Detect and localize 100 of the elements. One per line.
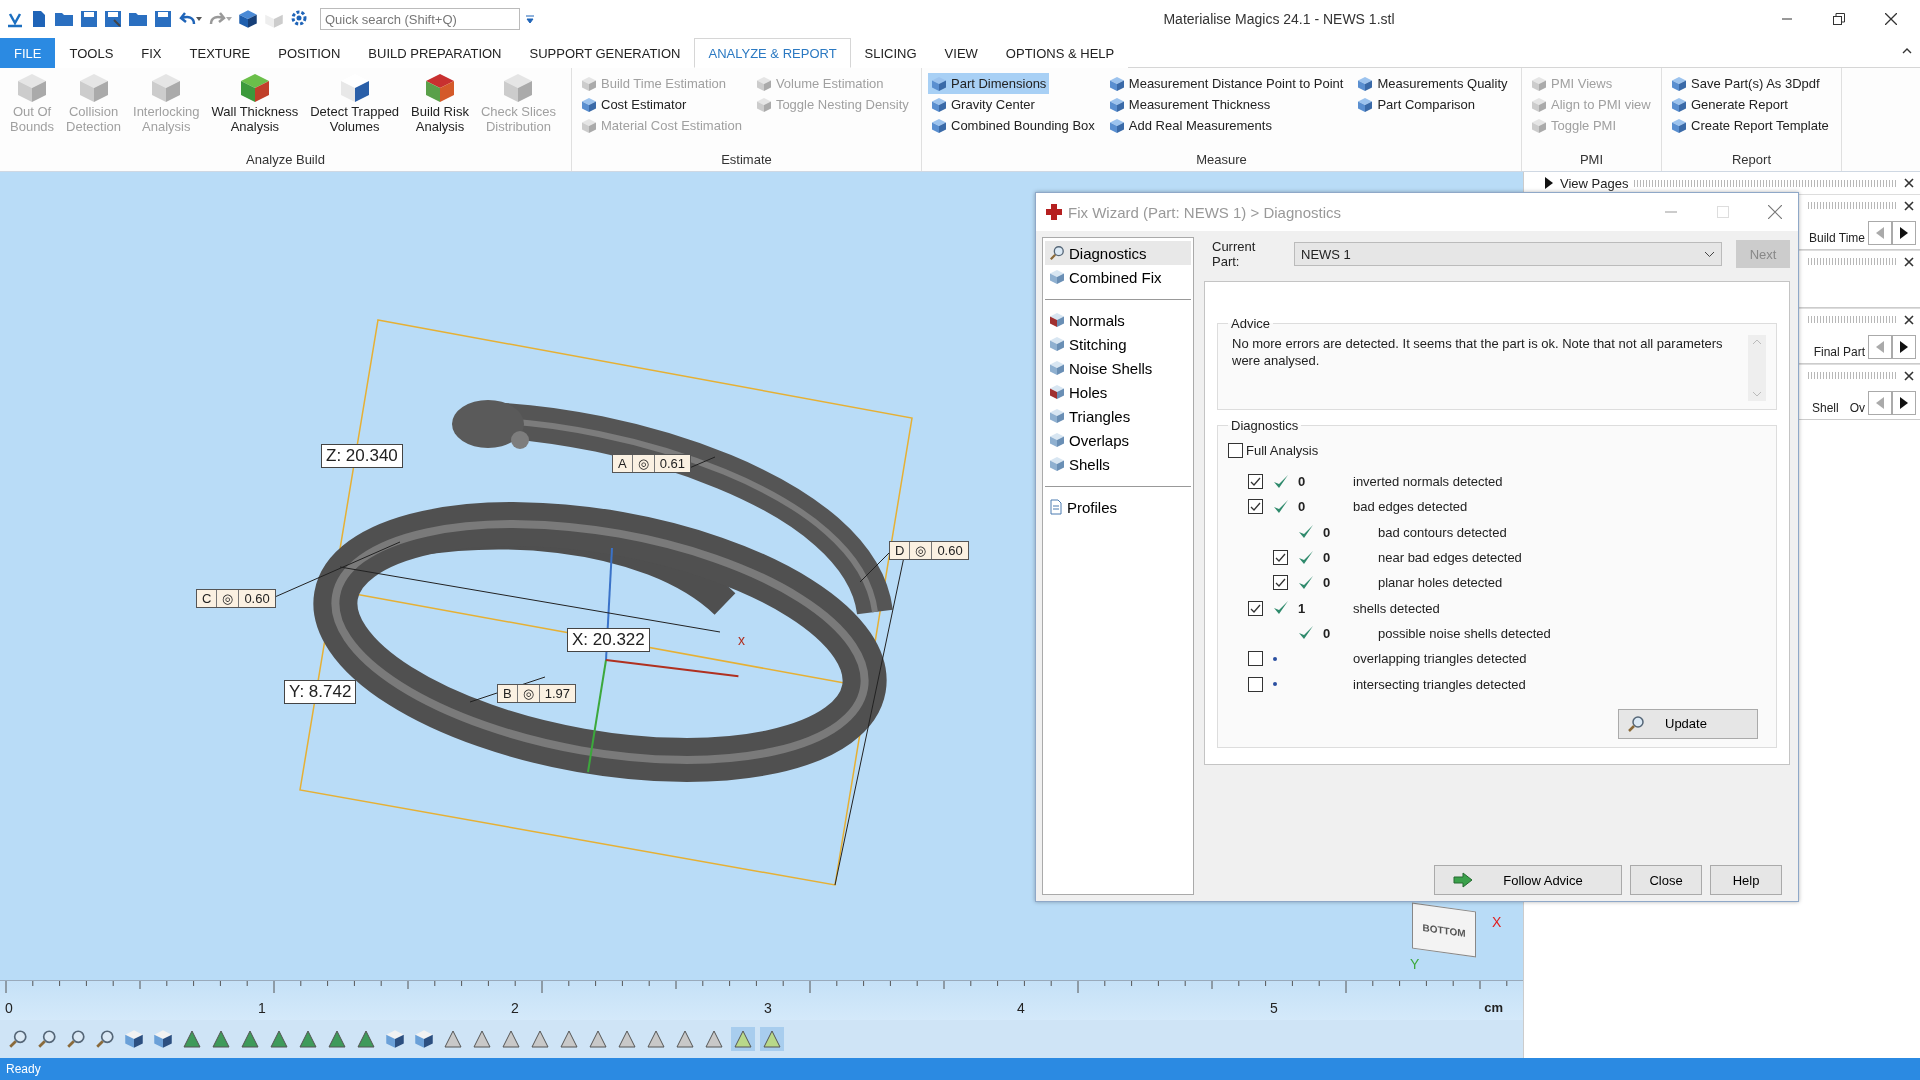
dropdown-icon[interactable] <box>526 14 534 24</box>
grip-strip[interactable] <box>1634 179 1898 187</box>
axis-label: X <box>1492 914 1502 930</box>
nav-item[interactable]: Profiles <box>1045 495 1191 519</box>
ribbon-button[interactable]: Save Part(s) As 3Dpdf <box>1668 73 1823 94</box>
group-title: PMI <box>1578 151 1605 169</box>
group-title: Report <box>1731 151 1772 169</box>
checkbox[interactable] <box>1248 474 1263 490</box>
tick-icon <box>1250 476 1261 488</box>
triangle-tool-button[interactable] <box>731 1027 755 1051</box>
save-icon[interactable] <box>104 10 122 28</box>
ruler-label: 4 <box>1017 1000 1025 1016</box>
right-arrow-icon <box>1899 226 1909 240</box>
save-icon[interactable] <box>80 10 98 28</box>
next-button[interactable] <box>1892 335 1916 359</box>
cube-view-button[interactable] <box>122 1027 146 1051</box>
cube-view-button[interactable] <box>151 1027 175 1051</box>
close-icon <box>1904 370 1914 381</box>
diagnostic-label: planar holes detected <box>1378 575 1503 591</box>
orientation-cube[interactable]: BOTTOM <box>1412 902 1476 958</box>
panel-title[interactable]: View Pages <box>1560 175 1629 191</box>
ribbon-button[interactable]: Part Dimensions <box>928 73 1050 94</box>
cube-icon <box>1357 96 1374 113</box>
count: 0 <box>1323 550 1332 566</box>
ribbon-tab[interactable]: ANALYZE & REPORT <box>694 38 851 68</box>
dialog-button[interactable]: Follow Advice <box>1434 865 1622 895</box>
ribbon-button[interactable]: Measurement Distance Point to Point <box>1105 73 1347 94</box>
checkbox[interactable] <box>1248 600 1263 616</box>
nav-item[interactable]: Noise Shells <box>1045 356 1191 380</box>
checkbox[interactable] <box>1228 442 1243 458</box>
folder-icon[interactable] <box>128 10 148 28</box>
checkbox[interactable] <box>1248 676 1263 692</box>
scrollbar[interactable] <box>1748 335 1766 401</box>
checkbox[interactable] <box>1273 550 1288 566</box>
ribbon-button[interactable]: Detect Trapped Volumes <box>306 70 404 151</box>
chevron-up-icon <box>1752 339 1762 345</box>
update-button[interactable]: Update <box>1618 708 1758 739</box>
search-icon <box>1049 245 1065 261</box>
folder-icon[interactable] <box>54 10 74 28</box>
left-arrow-icon <box>1875 340 1885 354</box>
cube-icon <box>931 117 947 134</box>
cube-icon <box>16 72 49 104</box>
cube-icon <box>1049 360 1065 376</box>
ribbon-button[interactable]: Wall Thickness Analysis <box>207 70 303 151</box>
nav-item[interactable]: Combined Fix <box>1045 265 1191 289</box>
next-button[interactable] <box>1892 221 1916 245</box>
tick-icon <box>1275 577 1286 589</box>
ribbon-button[interactable]: Create Report Template <box>1668 115 1832 136</box>
triangle-icon <box>675 1029 695 1049</box>
redo-icon[interactable] <box>208 11 232 27</box>
ribbon-button[interactable]: Measurement Thickness <box>1105 94 1274 115</box>
triangle-icon <box>617 1029 637 1049</box>
axis-label: Y <box>1410 956 1420 972</box>
document-icon[interactable] <box>30 10 48 28</box>
cube-icon <box>1531 96 1547 113</box>
nav-item[interactable]: Normals <box>1045 308 1191 332</box>
checkbox[interactable] <box>1273 575 1288 591</box>
ribbon-button[interactable]: Part Comparison <box>1354 94 1478 115</box>
search-field[interactable]: Quick search (Shift+Q) <box>320 8 520 30</box>
ribbon-button[interactable]: Build Risk Analysis <box>407 70 473 151</box>
ribbon-button[interactable]: Generate Report <box>1668 94 1791 115</box>
chevron-down-icon <box>1752 391 1762 397</box>
ribbon-button[interactable]: Add Real Measurements <box>1105 115 1275 136</box>
right-arrow-icon <box>1899 396 1909 410</box>
close-icon <box>1885 13 1897 25</box>
triangle-tool-button[interactable] <box>760 1027 784 1051</box>
group-title: Analyze Build <box>245 151 326 169</box>
save-icon[interactable] <box>154 10 172 28</box>
cube-view-button[interactable] <box>412 1027 436 1051</box>
cube-icon <box>755 75 772 92</box>
diagnostic-label: possible noise shells detected <box>1378 625 1551 641</box>
next-button[interactable] <box>1892 391 1916 415</box>
diagnostic-label: shells detected <box>1353 600 1440 616</box>
checkbox-label: Full Analysis <box>1246 442 1319 458</box>
ribbon-button[interactable]: Gravity Center <box>928 94 1038 115</box>
ribbon-button[interactable]: Cost Estimator <box>578 94 690 115</box>
cube-icon <box>581 117 597 134</box>
nav-item[interactable]: Overlaps <box>1045 428 1191 452</box>
nav-item[interactable]: Shells <box>1045 452 1191 476</box>
field-label: Current Part: <box>1211 239 1257 269</box>
count: 0 <box>1298 499 1307 515</box>
ribbon-button[interactable]: Measurements Quality <box>1354 73 1511 94</box>
nav-item[interactable]: Triangles <box>1045 404 1191 428</box>
dialog-button[interactable]: Help <box>1710 865 1782 895</box>
nav-item[interactable]: Diagnostics <box>1045 241 1191 265</box>
count: 0 <box>1298 474 1307 490</box>
document-icon <box>1049 499 1063 515</box>
checkbox[interactable] <box>1248 651 1263 667</box>
collapse-icon[interactable] <box>1902 47 1912 54</box>
dialog-button[interactable]: Close <box>1630 865 1702 895</box>
nav-item[interactable]: Holes <box>1045 380 1191 404</box>
cube-view-button[interactable] <box>383 1027 407 1051</box>
undo-icon[interactable] <box>178 11 202 27</box>
group-title: Diagnostics <box>1230 418 1300 433</box>
close-icon <box>1768 205 1782 219</box>
ribbon-button[interactable]: Combined Bounding Box <box>928 115 1098 136</box>
checkbox[interactable] <box>1248 499 1263 515</box>
part-select[interactable]: NEWS 1 <box>1294 242 1722 266</box>
file-menu-button[interactable]: FILE <box>0 38 56 68</box>
nav-item[interactable]: Stitching <box>1045 332 1191 356</box>
